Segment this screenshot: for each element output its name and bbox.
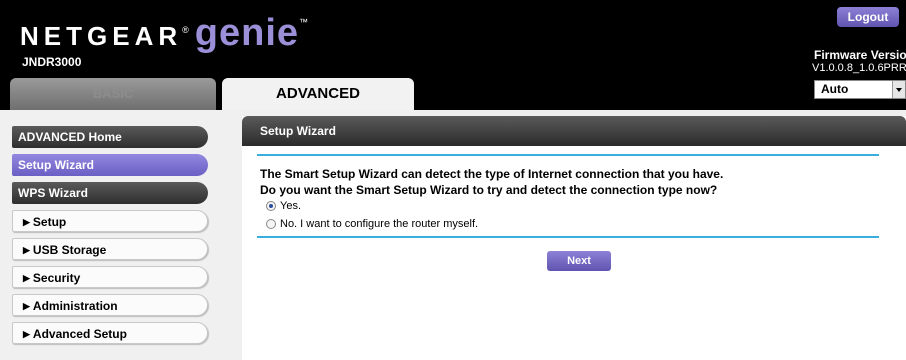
wizard-description-line2: Do you want the Smart Setup Wizard to tr… bbox=[260, 183, 718, 197]
trademark-mark: ™ bbox=[299, 17, 309, 27]
triangle-right-icon: ▶ bbox=[23, 329, 30, 339]
radio-yes[interactable] bbox=[266, 201, 276, 211]
next-button[interactable]: Next bbox=[547, 251, 611, 271]
sidebar-item-wps-wizard[interactable]: WPS Wizard bbox=[12, 182, 208, 204]
top-divider bbox=[257, 154, 879, 156]
sidebar-item-label: Setup bbox=[32, 215, 67, 229]
sidebar-item-administration[interactable]: ▶ Administration bbox=[12, 294, 208, 316]
logout-button[interactable]: Logout bbox=[837, 7, 899, 27]
chevron-down-icon[interactable] bbox=[892, 81, 905, 98]
panel-title: Setup Wizard bbox=[242, 116, 906, 146]
netgear-genie-logo: NETGEAR ® genie ™ bbox=[20, 12, 308, 55]
language-select-value: Auto bbox=[821, 82, 849, 96]
setup-wizard-panel: Setup Wizard The Smart Setup Wizard can … bbox=[242, 116, 906, 360]
tab-advanced[interactable]: ADVANCED bbox=[222, 78, 414, 110]
sidebar-item-advanced-setup[interactable]: ▶ Advanced Setup bbox=[12, 322, 208, 344]
sidebar-item-label: Advanced Setup bbox=[32, 327, 127, 341]
wizard-description-line1: The Smart Setup Wizard can detect the ty… bbox=[260, 167, 724, 181]
sidebar-item-setup-wizard[interactable]: Setup Wizard bbox=[12, 154, 208, 176]
sidebar-item-setup[interactable]: ▶ Setup bbox=[12, 210, 208, 232]
option-yes-label: Yes. bbox=[280, 200, 302, 212]
option-no-label: No. I want to configure the router mysel… bbox=[280, 218, 479, 230]
sidebar-item-label: USB Storage bbox=[32, 243, 107, 257]
sidebar-item-security[interactable]: ▶ Security bbox=[12, 266, 208, 288]
triangle-right-icon: ▶ bbox=[23, 273, 30, 283]
triangle-right-icon: ▶ bbox=[23, 301, 30, 311]
sidebar-item-label: Security bbox=[32, 271, 81, 285]
firmware-version-value: V1.0.0.8_1.0.6PRR bbox=[812, 62, 906, 74]
firmware-version-label: Firmware Version bbox=[814, 48, 906, 62]
header-bar: NETGEAR ® genie ™ JNDR3000 Logout Firmwa… bbox=[0, 0, 906, 110]
option-no[interactable]: No. I want to configure the router mysel… bbox=[266, 218, 478, 230]
option-yes[interactable]: Yes. bbox=[266, 200, 301, 212]
radio-no[interactable] bbox=[266, 219, 276, 229]
sidebar-nav: ADVANCED Home Setup Wizard WPS Wizard ▶ S… bbox=[12, 126, 208, 350]
triangle-right-icon: ▶ bbox=[23, 245, 30, 255]
sidebar-item-label: Administration bbox=[32, 299, 118, 313]
triangle-right-icon: ▶ bbox=[23, 217, 30, 227]
bottom-divider bbox=[257, 236, 879, 238]
brand-netgear-text: NETGEAR bbox=[20, 21, 183, 51]
brand-genie-text: genie bbox=[194, 12, 300, 54]
router-model: JNDR3000 bbox=[22, 55, 82, 69]
sidebar-item-usb-storage[interactable]: ▶ USB Storage bbox=[12, 238, 208, 260]
sidebar-item-advanced-home[interactable]: ADVANCED Home bbox=[12, 126, 208, 148]
language-select[interactable]: Auto bbox=[814, 80, 906, 99]
tab-basic[interactable]: BASIC bbox=[10, 78, 216, 110]
registered-mark: ® bbox=[182, 25, 189, 35]
